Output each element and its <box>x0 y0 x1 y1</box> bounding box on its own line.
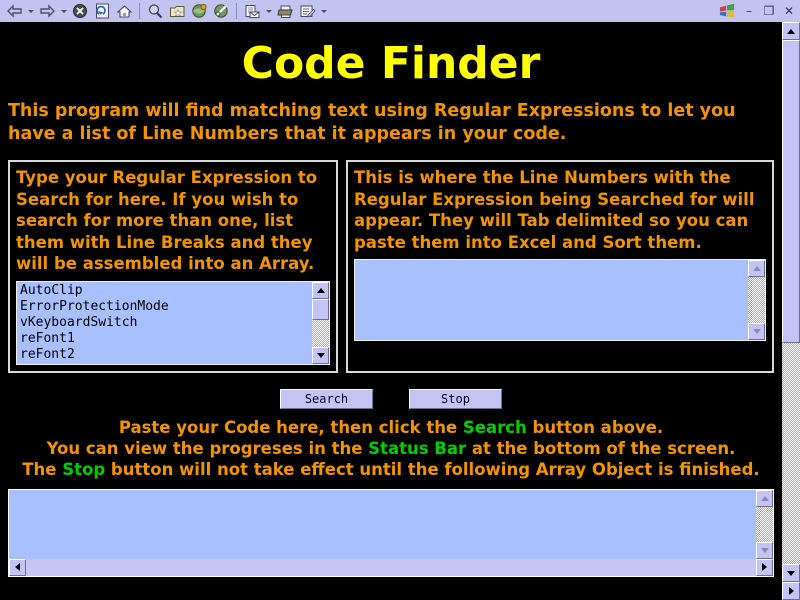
back-icon[interactable] <box>3 1 25 21</box>
hint-line-1: Paste your Code here, then click the Sea… <box>0 417 782 438</box>
scroll-up-button[interactable] <box>756 489 773 507</box>
favorites-icon[interactable] <box>166 1 188 21</box>
mail-dropdown-icon[interactable] <box>263 1 274 21</box>
scroll-up-button[interactable] <box>312 281 329 299</box>
scroll-down-button[interactable] <box>312 346 329 364</box>
results-textarea[interactable] <box>354 259 766 341</box>
page-scroll-thumb[interactable] <box>782 40 800 343</box>
minimize-button[interactable]: – <box>742 5 756 17</box>
results-panel-instructions: This is where the Line Numbers with the … <box>354 168 755 252</box>
hint-3-prefix: The <box>22 459 63 479</box>
regex-textarea[interactable]: AutoClip ErrorProtectionMode vKeyboardSw… <box>16 280 330 365</box>
code-textarea[interactable] <box>8 488 774 577</box>
scroll-down-button[interactable] <box>756 541 773 559</box>
hint-text-block: Paste your Code here, then click the Sea… <box>0 417 782 480</box>
action-buttons: Search Stop <box>0 388 782 409</box>
scroll-thumb[interactable] <box>312 298 329 320</box>
hint-3-keyword: Stop <box>62 459 106 479</box>
toolbar-separator <box>236 3 237 19</box>
results-textarea-value <box>355 260 748 340</box>
results-panel: This is where the Line Numbers with the … <box>346 160 774 373</box>
hint-2-prefix: You can view the progreses in the <box>46 438 369 458</box>
window-controls: – ❐ ✕ <box>718 0 800 22</box>
intro-paragraph: This program will find matching text usi… <box>8 101 736 144</box>
search-icon[interactable] <box>144 1 166 21</box>
search-button[interactable]: Search <box>280 388 373 409</box>
mail-icon[interactable] <box>241 1 263 21</box>
hint-line-3: The Stop button will not take effect unt… <box>0 459 782 480</box>
back-dropdown-icon[interactable] <box>25 1 36 21</box>
browser-toolbar: – ❐ ✕ <box>0 0 800 22</box>
edit-dropdown-icon[interactable] <box>318 1 329 21</box>
hint-2-suffix: at the bottom of the screen. <box>466 438 736 458</box>
restore-button[interactable]: ❐ <box>762 5 776 17</box>
code-textarea-vscrollbar[interactable] <box>756 489 773 559</box>
page-content: Code Finder This program will find match… <box>0 22 782 600</box>
regex-textarea-vscrollbar[interactable] <box>312 281 329 364</box>
hint-line-2: You can view the progreses in the Status… <box>0 438 782 459</box>
print-icon[interactable] <box>274 1 296 21</box>
panels-row: Type your Regular Expression to Search f… <box>8 160 774 373</box>
toolbar-separator <box>139 3 140 19</box>
history-icon[interactable] <box>188 1 210 21</box>
page-vertical-scrollbar[interactable] <box>782 22 800 600</box>
page-scroll-down-button[interactable] <box>782 564 800 582</box>
windows-logo-icon <box>719 3 735 18</box>
code-textarea-value <box>9 490 755 559</box>
stop-icon[interactable] <box>69 1 91 21</box>
page-scroll-corner[interactable] <box>782 582 800 600</box>
scroll-down-button[interactable] <box>748 323 765 340</box>
forward-dropdown-icon[interactable] <box>58 1 69 21</box>
application-window: – ❐ ✕ Code Finder This program will find… <box>0 0 800 600</box>
close-button[interactable]: ✕ <box>782 5 796 17</box>
stop-button[interactable]: Stop <box>409 388 502 409</box>
hint-3-suffix: button will not take effect until the fo… <box>105 459 760 479</box>
regex-panel-instructions: Type your Regular Expression to Search f… <box>16 168 318 273</box>
toolbar-button-group <box>0 0 718 22</box>
media-icon[interactable] <box>210 1 232 21</box>
hint-1-prefix: Paste your Code here, then click the <box>118 417 463 437</box>
page-title: Code Finder <box>241 38 541 89</box>
regex-input-panel: Type your Regular Expression to Search f… <box>8 160 338 373</box>
code-textarea-hscrollbar[interactable] <box>9 558 773 576</box>
hint-2-keyword: Status Bar <box>368 438 467 458</box>
scroll-up-button[interactable] <box>748 260 765 277</box>
refresh-icon[interactable] <box>91 1 113 21</box>
hint-1-suffix: button above. <box>526 417 664 437</box>
edit-icon[interactable] <box>296 1 318 21</box>
page-scroll-up-button[interactable] <box>782 22 800 40</box>
results-textarea-vscrollbar[interactable] <box>748 260 765 340</box>
scroll-left-button[interactable] <box>9 558 26 576</box>
forward-icon[interactable] <box>36 1 58 21</box>
home-icon[interactable] <box>113 1 135 21</box>
scroll-right-button[interactable] <box>756 558 773 576</box>
hint-1-keyword: Search <box>462 417 527 437</box>
regex-textarea-value: AutoClip ErrorProtectionMode vKeyboardSw… <box>20 282 169 362</box>
